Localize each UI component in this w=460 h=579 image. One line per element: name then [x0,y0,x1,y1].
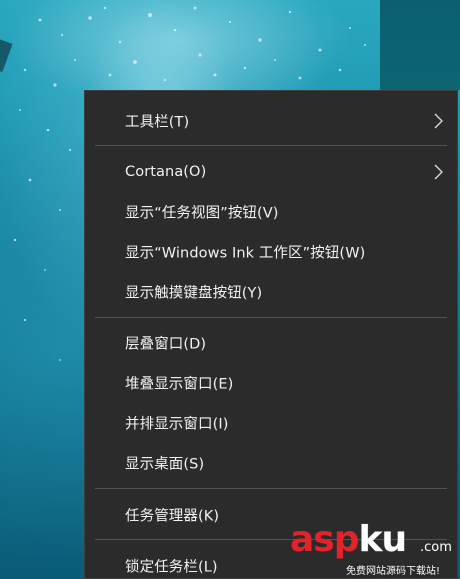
menu-item-label: 显示“任务视图”按钮(V) [125,205,279,222]
menu-separator [95,145,447,146]
chevron-right-icon [434,113,443,129]
menu-separator [95,317,447,318]
menu-item-side-by-side-windows[interactable]: 并排显示窗口(I) [85,403,457,443]
menu-item-label: 堆叠显示窗口(E) [125,376,234,393]
menu-item-label: 显示“Windows Ink 工作区”按钮(W) [125,245,366,262]
watermark-suffix: .com [420,540,452,555]
menu-item-show-task-view-button[interactable]: 显示“任务视图”按钮(V) [85,192,457,232]
menu-item-cortana[interactable]: Cortana(O) [85,152,457,192]
watermark-brand-red: asp [290,519,359,560]
menu-item-show-windows-ink-button[interactable]: 显示“Windows Ink 工作区”按钮(W) [85,232,457,272]
menu-item-label: 显示触摸键盘按钮(Y) [125,285,263,302]
menu-item-cascade-windows[interactable]: 层叠窗口(D) [85,323,457,363]
watermark-tagline: 免费网站源码下载站! [346,566,441,577]
menu-item-show-desktop[interactable]: 显示桌面(S) [85,443,457,483]
menu-item-label: 显示桌面(S) [125,456,205,473]
right-dark-region [380,0,460,90]
menu-item-label: 锁定任务栏(L) [125,559,218,576]
menu-item-show-touch-keyboard-button[interactable]: 显示触摸键盘按钮(Y) [85,272,457,312]
watermark-brand-white: ku [358,519,408,560]
menu-item-label: 工具栏(T) [125,114,190,131]
watermark-logo: aspku [290,519,408,560]
menu-item-label: 层叠窗口(D) [125,336,207,353]
menu-item-label: Cortana(O) [125,164,207,180]
menu-item-toolbars[interactable]: 工具栏(T) [85,101,457,141]
menu-separator [95,488,447,489]
menu-item-label: 并排显示窗口(I) [125,416,229,433]
menu-item-stack-windows[interactable]: 堆叠显示窗口(E) [85,363,457,403]
chevron-right-icon [434,164,443,180]
menu-item-label: 任务管理器(K) [125,508,220,525]
aspku-watermark: aspku .com 免费网站源码下载站! [290,519,458,578]
taskbar-context-menu: 工具栏(T) Cortana(O) 显示“任务视图”按钮(V) 显示“Windo… [84,90,458,579]
